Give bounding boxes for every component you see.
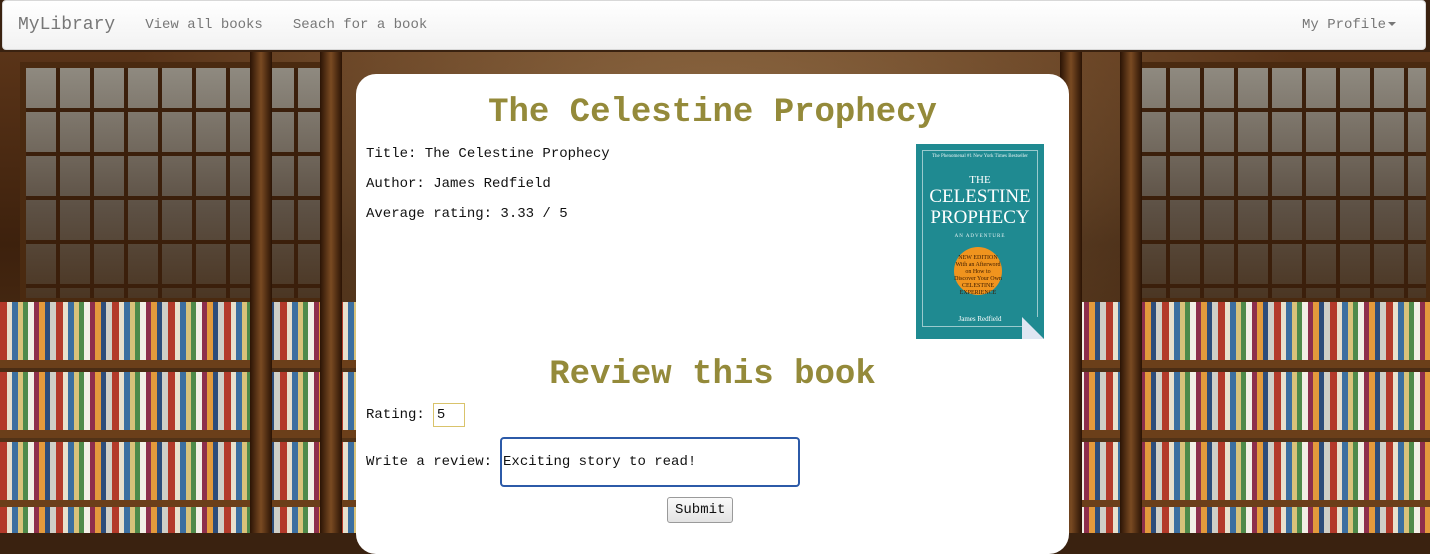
my-profile-label: My Profile: [1301, 17, 1386, 33]
bookshelf-right: [1050, 52, 1430, 533]
top-navbar: MyLibrary View all books Seach for a boo…: [2, 0, 1426, 50]
book-average-rating: Average rating: 3.33 / 5: [366, 206, 568, 222]
review-heading: Review this book: [549, 356, 876, 394]
bookshelf-left: [0, 52, 380, 533]
page-curl-icon: [1022, 317, 1044, 339]
cover-top-text: The Phenomenal #1 New York Times Bestsel…: [932, 154, 1028, 159]
book-title-line: Title: The Celestine Prophecy: [366, 146, 610, 162]
book-info: Title: The Celestine Prophecy Author: Ja…: [366, 146, 610, 236]
nav-view-all-books[interactable]: View all books: [130, 17, 278, 33]
cover-the: THE: [969, 174, 991, 186]
cover-badge: NEW EDITION With an Afterword on How to …: [954, 247, 1002, 296]
review-row: Write a review:: [366, 437, 801, 487]
nav-search-book[interactable]: Seach for a book: [278, 17, 442, 33]
rating-label: Rating:: [366, 407, 425, 423]
cover-subtitle: AN ADVENTURE: [954, 234, 1006, 239]
book-author-line: Author: James Redfield: [366, 176, 551, 192]
rating-row: Rating:: [366, 403, 465, 427]
book-detail-card: The Celestine Prophecy Title: The Celest…: [356, 74, 1069, 554]
book-cover-image: The Phenomenal #1 New York Times Bestsel…: [916, 144, 1044, 339]
caret-down-icon: [1388, 22, 1396, 27]
review-input[interactable]: [500, 437, 801, 487]
rating-input[interactable]: [432, 403, 465, 427]
review-label: Write a review:: [366, 454, 493, 470]
submit-button[interactable]: Submit: [667, 497, 734, 523]
brand-link[interactable]: MyLibrary: [3, 15, 130, 35]
my-profile-dropdown[interactable]: My Profile: [1287, 17, 1411, 33]
book-heading: The Celestine Prophecy: [488, 94, 937, 132]
cover-title: CELESTINE PROPHECY: [929, 186, 1031, 228]
